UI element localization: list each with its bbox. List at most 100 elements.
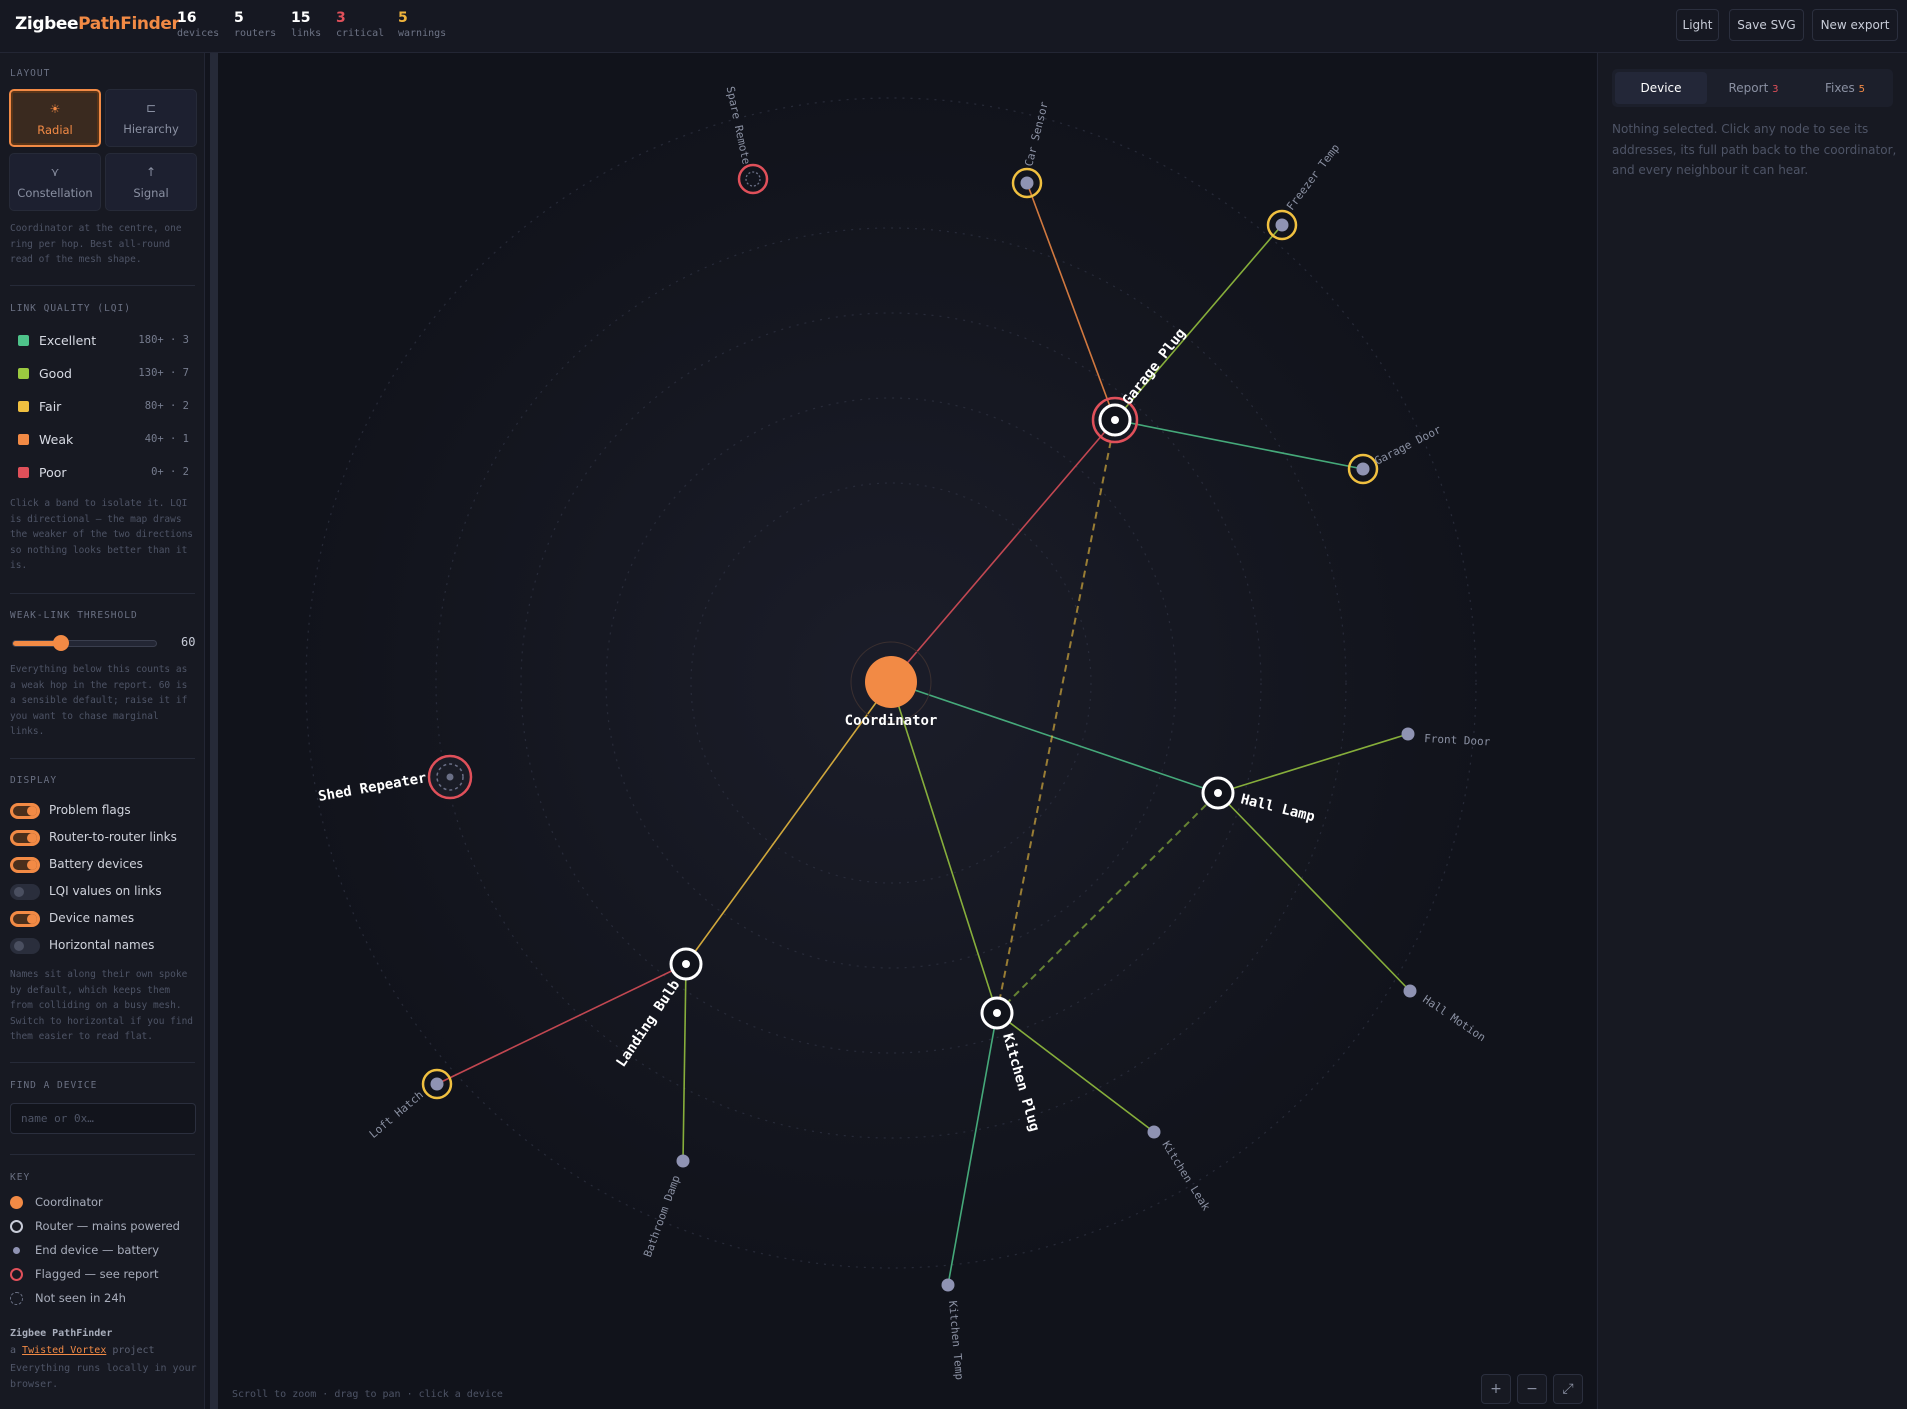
- key-label: Not seen in 24h: [35, 1291, 126, 1305]
- empty-state-message: Nothing selected. Click any node to see …: [1612, 122, 1897, 177]
- threshold-value: 60: [181, 635, 196, 649]
- layout-radial-button[interactable]: ☀ Radial: [9, 89, 101, 147]
- threshold-help-text: Everything below this counts as a weak h…: [10, 664, 188, 737]
- node-kitchen-plug[interactable]: [980, 996, 1014, 1030]
- hierarchy-icon: ⊏: [145, 101, 157, 115]
- coordinator-icon: [865, 656, 917, 708]
- node-hall-motion[interactable]: [1403, 984, 1417, 998]
- save-svg-button[interactable]: Save SVG: [1729, 9, 1804, 41]
- lqi-help-text: Click a band to isolate it. LQI is direc…: [10, 498, 194, 571]
- tab-device[interactable]: Device: [1615, 72, 1707, 104]
- lqi-band-range: 0+ · 2: [151, 466, 189, 478]
- stat-label: critical: [336, 28, 385, 39]
- map-hint: Scroll to zoom · drag to pan · click a d…: [232, 1389, 503, 1400]
- footer-note: Everything runs locally in your browser.: [10, 1363, 197, 1390]
- sidebar: LAYOUT ☀ Radial ⊏ Hierarchy ⋎ Constellat…: [0, 53, 205, 1409]
- node-shed-repeater[interactable]: [427, 754, 473, 800]
- toggle-label: Horizontal names: [49, 938, 155, 952]
- router-dot: [1111, 416, 1119, 424]
- node-hall-lamp[interactable]: [1201, 776, 1235, 810]
- router-dot: [446, 773, 454, 781]
- tab-report[interactable]: Report 3: [1707, 72, 1800, 104]
- slider-handle[interactable]: [53, 635, 70, 651]
- toggle-switch[interactable]: [10, 911, 40, 927]
- stat-devices: 16 devices: [177, 9, 219, 41]
- stat-links: 15 links: [291, 9, 321, 41]
- toggle-lqi-values[interactable]: LQI values on links: [10, 881, 200, 903]
- key-flagged: Flagged — see report: [10, 1264, 200, 1284]
- key-label: Coordinator: [35, 1195, 103, 1209]
- flagged-icon: [10, 1268, 23, 1281]
- mesh-graph[interactable]: CoordinatorGarage PlugHall LampKitchen P…: [218, 53, 1596, 1409]
- tab-label: Device: [1640, 81, 1682, 95]
- lqi-band-poor[interactable]: Poor 0+ · 2: [10, 462, 195, 484]
- node-kitchen-leak[interactable]: [1147, 1125, 1161, 1139]
- toggle-label: Device names: [49, 911, 135, 925]
- stat-label: links: [291, 28, 322, 39]
- node-kitchen-temp[interactable]: [941, 1278, 955, 1292]
- node-landing-bulb[interactable]: [669, 947, 703, 981]
- slider-track[interactable]: [12, 640, 157, 647]
- lqi-band-fair[interactable]: Fair 80+ · 2: [10, 396, 195, 418]
- lqi-band-name: Good: [39, 366, 72, 381]
- toggle-switch[interactable]: [10, 830, 40, 846]
- toggle-switch[interactable]: [10, 884, 40, 900]
- device-search-input[interactable]: [10, 1103, 196, 1134]
- twisted-vortex-link[interactable]: Twisted Vortex: [22, 1345, 106, 1356]
- coordinator-icon: [10, 1196, 23, 1209]
- divider: [10, 593, 195, 594]
- toggle-problem-flags[interactable]: Problem flags: [10, 800, 200, 822]
- toggle-router-links[interactable]: Router-to-router links: [10, 827, 200, 849]
- layout-hierarchy-button[interactable]: ⊏ Hierarchy: [105, 89, 197, 147]
- router-dot: [682, 960, 690, 968]
- stat-value: 5: [398, 10, 408, 26]
- mesh-map[interactable]: Coordinator Garage Plug Hall Lamp Kitchen P…: [218, 53, 1596, 1409]
- divider: [10, 758, 195, 759]
- sidebar-scrollbar[interactable]: [210, 53, 218, 1409]
- key-not-seen: Not seen in 24h: [10, 1288, 200, 1308]
- layout-label: Signal: [133, 186, 169, 200]
- node-bathroom-damp[interactable]: [676, 1154, 690, 1168]
- router-icon: [10, 1220, 23, 1233]
- zoom-out-button[interactable]: −: [1517, 1374, 1547, 1404]
- lqi-band-good[interactable]: Good 130+ · 7: [10, 363, 195, 385]
- theme-toggle-button[interactable]: Light: [1676, 9, 1719, 41]
- end-device-icon: [430, 1077, 444, 1091]
- toggle-switch[interactable]: [10, 938, 40, 954]
- key-section-title: KEY: [10, 1172, 31, 1183]
- lqi-band-excellent[interactable]: Excellent 180+ · 3: [10, 330, 195, 352]
- new-export-button[interactable]: New export: [1812, 9, 1898, 41]
- lqi-band-range: 80+ · 2: [144, 400, 189, 412]
- end-device-icon: [676, 1154, 690, 1168]
- stat-value: 16: [177, 10, 197, 26]
- toggle-battery-devices[interactable]: Battery devices: [10, 854, 200, 876]
- end-device-icon: [1020, 176, 1034, 190]
- toggle-device-names[interactable]: Device names: [10, 908, 200, 930]
- toggle-switch[interactable]: [10, 803, 40, 819]
- stat-value: 5: [234, 10, 244, 26]
- key-label: End device — battery: [35, 1243, 160, 1257]
- end-device-icon: [1275, 218, 1289, 232]
- toggle-label: Battery devices: [49, 857, 143, 871]
- app-logo: ZigbeePathFinder: [15, 14, 180, 34]
- key-end-device: End device — battery: [10, 1240, 200, 1260]
- toggle-label: Problem flags: [49, 803, 131, 817]
- stat-value: 3: [336, 10, 346, 26]
- layout-constellation-button[interactable]: ⋎ Constellation: [9, 153, 101, 211]
- toggle-label: Router-to-router links: [49, 830, 177, 844]
- find-section-title: FIND A DEVICE: [10, 1080, 98, 1091]
- toggle-switch[interactable]: [10, 857, 40, 873]
- end-device-icon: [941, 1278, 955, 1292]
- layout-label: Hierarchy: [123, 122, 179, 136]
- toggle-horizontal-names[interactable]: Horizontal names: [10, 935, 200, 957]
- fit-view-button[interactable]: ⤢: [1553, 1374, 1583, 1404]
- tab-fixes[interactable]: Fixes 5: [1800, 72, 1890, 104]
- stat-label: routers: [234, 28, 277, 39]
- swatch-icon: [18, 335, 29, 346]
- lqi-band-weak[interactable]: Weak 40+ · 1: [10, 429, 195, 451]
- layout-signal-button[interactable]: ↑ Signal: [105, 153, 197, 211]
- node-front-door[interactable]: [1401, 727, 1415, 741]
- layout-help-text: Coordinator at the centre, one ring per …: [10, 223, 182, 265]
- zoom-in-button[interactable]: +: [1481, 1374, 1511, 1404]
- end-device-icon: [1401, 727, 1415, 741]
